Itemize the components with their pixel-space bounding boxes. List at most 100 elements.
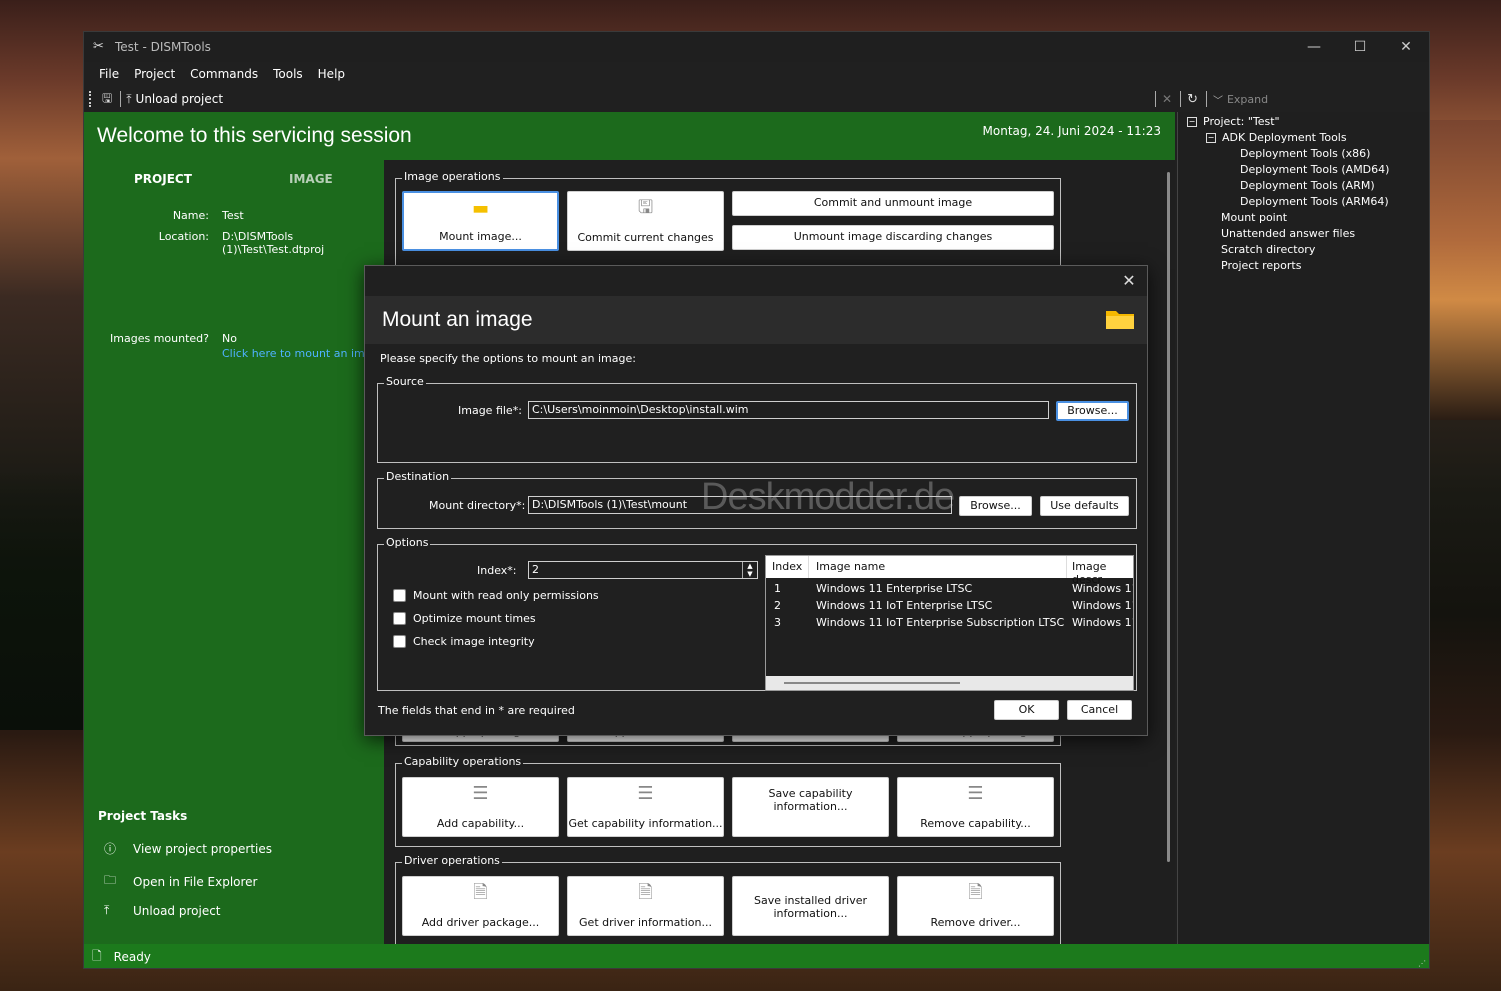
- tree-project-reports[interactable]: Project reports: [1221, 259, 1301, 272]
- integrity-checkbox[interactable]: Check image integrity: [393, 635, 535, 648]
- task-view-properties[interactable]: ⓘ View project properties: [104, 840, 272, 857]
- browse-mount-button[interactable]: Browse...: [959, 496, 1032, 516]
- menu-file[interactable]: File: [99, 67, 119, 81]
- mount-image-button[interactable]: ▬ Mount image...: [402, 191, 559, 251]
- mount-image-dialog: ✕ Mount an image Please specify the opti…: [364, 265, 1148, 736]
- unmount-discard-button[interactable]: Unmount image discarding changes: [732, 225, 1054, 250]
- row-description: Windows 11: [1072, 616, 1134, 629]
- row-index: 3: [774, 616, 781, 629]
- save-capability-info-button[interactable]: Save capability information...: [732, 777, 889, 837]
- menu-project[interactable]: Project: [134, 67, 175, 81]
- button-label: Commit current changes: [577, 231, 714, 244]
- cancel-button[interactable]: Cancel: [1067, 700, 1132, 720]
- save-icon[interactable]: 🖫: [102, 89, 112, 110]
- checkbox-label: Check image integrity: [413, 635, 535, 648]
- scrollbar-thumb[interactable]: [784, 682, 960, 684]
- session-datetime: Montag, 24. Juni 2024 - 11:23: [982, 124, 1161, 138]
- unload-project-button[interactable]: Unload project: [136, 92, 224, 106]
- stepper-arrows-icon[interactable]: ▲ ▼: [742, 562, 757, 578]
- menu-help[interactable]: Help: [318, 67, 345, 81]
- tree-root[interactable]: − Project: "Test": [1187, 115, 1280, 128]
- status-bar: 🗋 Ready ⋰: [84, 944, 1429, 968]
- remove-driver-button[interactable]: 🗎 Remove driver...: [897, 876, 1054, 936]
- ok-button[interactable]: OK: [994, 700, 1059, 720]
- menu-tools[interactable]: Tools: [273, 67, 303, 81]
- column-header-name[interactable]: Image name: [816, 560, 885, 573]
- title-bar[interactable]: ✂ Test - DISMTools — ☐ ✕: [84, 32, 1429, 62]
- expand-icon[interactable]: ﹀: [1213, 92, 1223, 107]
- operations-scrollbar[interactable]: [1163, 160, 1175, 944]
- list-item[interactable]: 3 Windows 11 IoT Enterprise Subscription…: [766, 615, 1133, 632]
- tree-adk-x86[interactable]: Deployment Tools (x86): [1240, 147, 1370, 160]
- minimize-icon[interactable]: —: [1291, 32, 1337, 62]
- close-icon[interactable]: ✕: [1383, 32, 1429, 62]
- button-label-line1: Save installed driver: [753, 894, 868, 907]
- use-defaults-button[interactable]: Use defaults: [1040, 496, 1129, 516]
- tab-project[interactable]: PROJECT: [134, 172, 192, 186]
- mount-image-link[interactable]: Click here to mount an image: [222, 347, 385, 360]
- dialog-title-bar[interactable]: ✕: [365, 266, 1147, 296]
- button-label: Remove driver...: [930, 916, 1021, 929]
- remove-capability-button[interactable]: ☰ Remove capability...: [897, 777, 1054, 837]
- images-mounted-value: No: [222, 332, 237, 345]
- image-file-input[interactable]: C:\Users\moinmoin\Desktop\install.wim: [528, 401, 1049, 419]
- tree-scratch-directory[interactable]: Scratch directory: [1221, 243, 1315, 256]
- optimize-checkbox[interactable]: Optimize mount times: [393, 612, 536, 625]
- required-note: The fields that end in * are required: [378, 704, 575, 717]
- maximize-icon[interactable]: ☐: [1337, 32, 1383, 62]
- browse-image-button[interactable]: Browse...: [1056, 401, 1129, 421]
- get-driver-info-button[interactable]: 🗎 Get driver information...: [567, 876, 724, 936]
- tab-image[interactable]: IMAGE: [289, 172, 333, 186]
- column-header-index[interactable]: Index: [772, 560, 802, 573]
- close-icon[interactable]: ✕: [1119, 271, 1139, 290]
- expand-button[interactable]: Expand: [1227, 93, 1268, 106]
- task-unload-project[interactable]: ⤒ Unload project: [104, 903, 221, 918]
- get-capability-info-button[interactable]: ☰ Get capability information...: [567, 777, 724, 837]
- checkbox-box[interactable]: [393, 635, 406, 648]
- add-capability-button[interactable]: ☰ Add capability...: [402, 777, 559, 837]
- save-disk-icon: 🖫: [637, 197, 654, 218]
- tree-adk-arm[interactable]: Deployment Tools (ARM): [1240, 179, 1375, 192]
- tree-adk[interactable]: − ADK Deployment Tools: [1206, 131, 1347, 144]
- tree-mount-point[interactable]: Mount point: [1221, 211, 1287, 224]
- task-open-explorer[interactable]: 🗀 Open in File Explorer: [104, 871, 257, 892]
- tree-adk-arm64[interactable]: Deployment Tools (ARM64): [1240, 195, 1389, 208]
- collapse-icon[interactable]: −: [1206, 133, 1216, 143]
- desktop-background-trees: [0, 470, 90, 730]
- driver-file-icon: 🗎: [638, 882, 653, 903]
- scrollbar-thumb[interactable]: [1167, 172, 1170, 862]
- button-label: Mount image...: [439, 230, 522, 243]
- tree-label: Project: "Test": [1203, 115, 1280, 128]
- collapse-icon[interactable]: −: [1187, 117, 1197, 127]
- status-text: Ready: [113, 950, 151, 964]
- list-horizontal-scrollbar[interactable]: [766, 676, 1133, 690]
- checkbox-box[interactable]: [393, 612, 406, 625]
- tree-adk-amd64[interactable]: Deployment Tools (AMD64): [1240, 163, 1389, 176]
- tree-answer-files[interactable]: Unattended answer files: [1221, 227, 1355, 240]
- toolbar-grip[interactable]: [89, 91, 94, 107]
- button-label: Add driver package...: [421, 916, 540, 929]
- list-item[interactable]: 2 Windows 11 IoT Enterprise LTSC Windows…: [766, 598, 1133, 615]
- commit-changes-button[interactable]: 🖫 Commit current changes: [567, 191, 724, 251]
- mount-directory-label: Mount directory*:: [429, 499, 526, 512]
- save-driver-info-button[interactable]: Save installed driver information...: [732, 876, 889, 936]
- unload-icon[interactable]: ⤒: [126, 92, 131, 107]
- task-label: Open in File Explorer: [133, 874, 258, 889]
- source-group: Source: [377, 375, 1137, 463]
- readonly-checkbox[interactable]: Mount with read only permissions: [393, 589, 599, 602]
- resize-grip-icon[interactable]: ⋰: [1418, 959, 1426, 968]
- group-legend: Source: [384, 375, 426, 388]
- refresh-icon[interactable]: ↻: [1187, 92, 1198, 107]
- list-item[interactable]: 1 Windows 11 Enterprise LTSC Windows 11: [766, 581, 1133, 598]
- index-stepper[interactable]: 2 ▲ ▼: [528, 561, 758, 579]
- driver-file-icon: 🗎: [473, 882, 488, 903]
- group-legend: Driver operations: [402, 854, 502, 867]
- checkbox-box[interactable]: [393, 589, 406, 602]
- menu-commands[interactable]: Commands: [190, 67, 258, 81]
- close-project-icon[interactable]: ✕: [1162, 92, 1172, 106]
- window-title: Test - DISMTools: [115, 40, 211, 54]
- add-driver-button[interactable]: 🗎 Add driver package...: [402, 876, 559, 936]
- button-label: Get driver information...: [579, 916, 712, 929]
- image-index-list[interactable]: Index Image name Image descr 1 Windows 1…: [765, 555, 1134, 691]
- commit-unmount-button[interactable]: Commit and unmount image: [732, 191, 1054, 216]
